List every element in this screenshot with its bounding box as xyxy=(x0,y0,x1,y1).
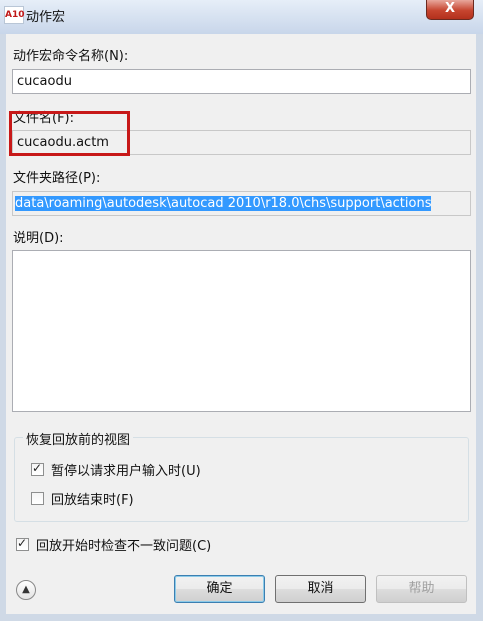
description-label: 说明(D): xyxy=(13,231,64,246)
pause-for-input-checkbox[interactable] xyxy=(31,461,44,476)
window-title: 动作宏 xyxy=(26,10,66,25)
title-bar: A10 动作宏 X xyxy=(0,0,483,34)
folder-path-label: 文件夹路径(P): xyxy=(13,171,101,186)
command-name-input[interactable]: cucaodu xyxy=(12,69,471,94)
expand-collapse-button[interactable]: ▲ xyxy=(16,580,36,600)
restore-view-group: 恢复回放前的视图 暂停以请求用户输入时(U) 回放结束时(F) xyxy=(14,429,469,522)
ok-button[interactable]: 确定 xyxy=(174,575,265,603)
highlight-annotation-box xyxy=(9,111,130,156)
description-textarea[interactable] xyxy=(12,250,471,412)
autocad-app-icon: A10 xyxy=(4,6,25,24)
playback-end-checkbox[interactable] xyxy=(31,492,44,505)
check-inconsistency-checkbox[interactable] xyxy=(16,536,29,551)
restore-view-title: 恢复回放前的视图 xyxy=(23,429,134,448)
folder-path-input[interactable]: data\roaming\autodesk\autocad 2010\r18.0… xyxy=(12,191,471,216)
playback-end-label: 回放结束时(F) xyxy=(51,493,134,508)
check-inconsistency-label: 回放开始时检查不一致问题(C) xyxy=(36,539,212,554)
command-name-label: 动作宏命令名称(N): xyxy=(13,49,129,64)
help-button[interactable]: 帮助 xyxy=(376,575,467,603)
cancel-button[interactable]: 取消 xyxy=(275,575,366,603)
close-button[interactable]: X xyxy=(426,0,474,20)
pause-for-input-label: 暂停以请求用户输入时(U) xyxy=(51,464,201,479)
dialog-body: 动作宏命令名称(N): cucaodu 文件名(F): cucaodu.actm… xyxy=(6,34,476,614)
folder-path-text: data\roaming\autodesk\autocad 2010\r18.0… xyxy=(15,196,432,211)
